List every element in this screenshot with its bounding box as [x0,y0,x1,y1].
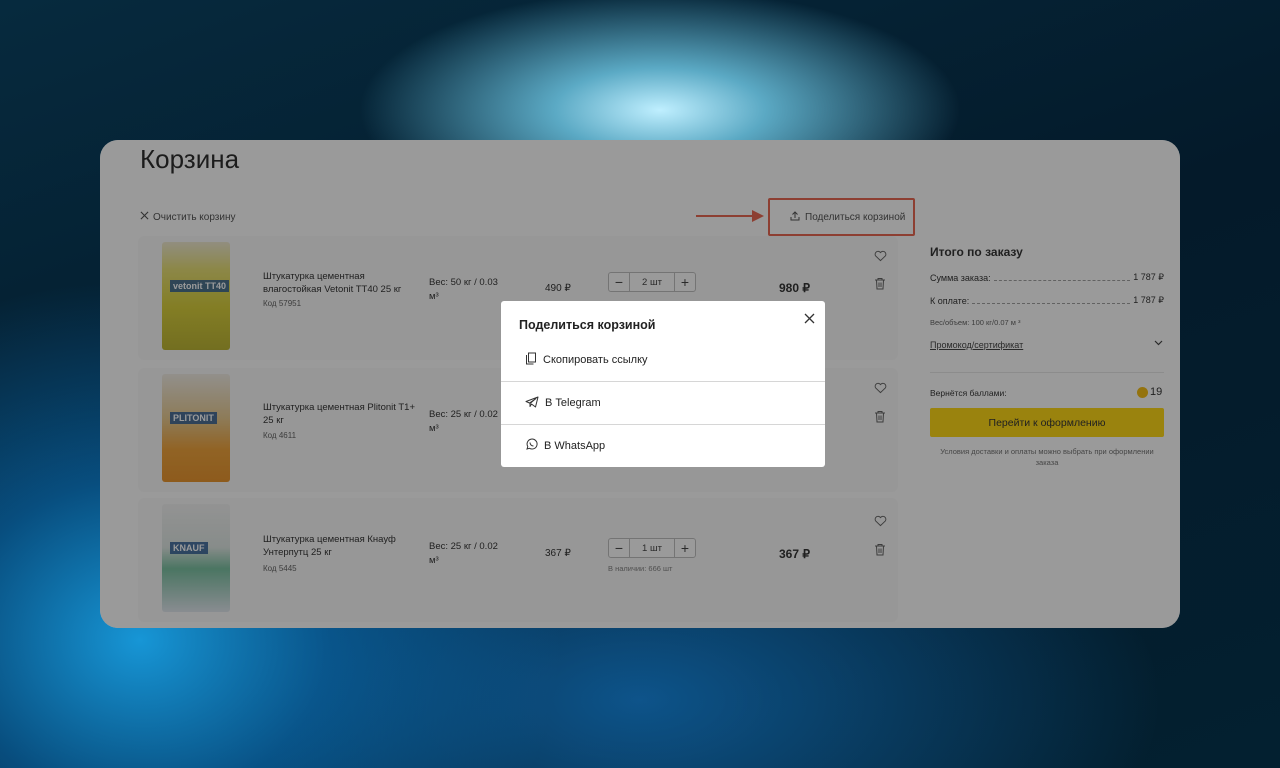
telegram-icon [525,396,539,411]
whatsapp-label: В WhatsApp [544,440,606,452]
telegram-option[interactable]: В Telegram [501,382,825,424]
close-icon[interactable] [801,310,817,326]
copy-icon [525,352,537,368]
whatsapp-option[interactable]: В WhatsApp [501,425,825,467]
telegram-label: В Telegram [545,397,601,409]
background-frame: Корзина Очистить корзину Поделиться корз… [0,0,1280,768]
share-cart-modal: Поделиться корзиной Скопировать ссылку В… [501,301,825,467]
modal-title: Поделиться корзиной [519,318,656,332]
copy-link-label: Скопировать ссылку [543,354,648,366]
copy-link-option[interactable]: Скопировать ссылку [501,339,825,381]
whatsapp-icon [525,438,538,454]
browser-window: Корзина Очистить корзину Поделиться корз… [100,140,1180,628]
